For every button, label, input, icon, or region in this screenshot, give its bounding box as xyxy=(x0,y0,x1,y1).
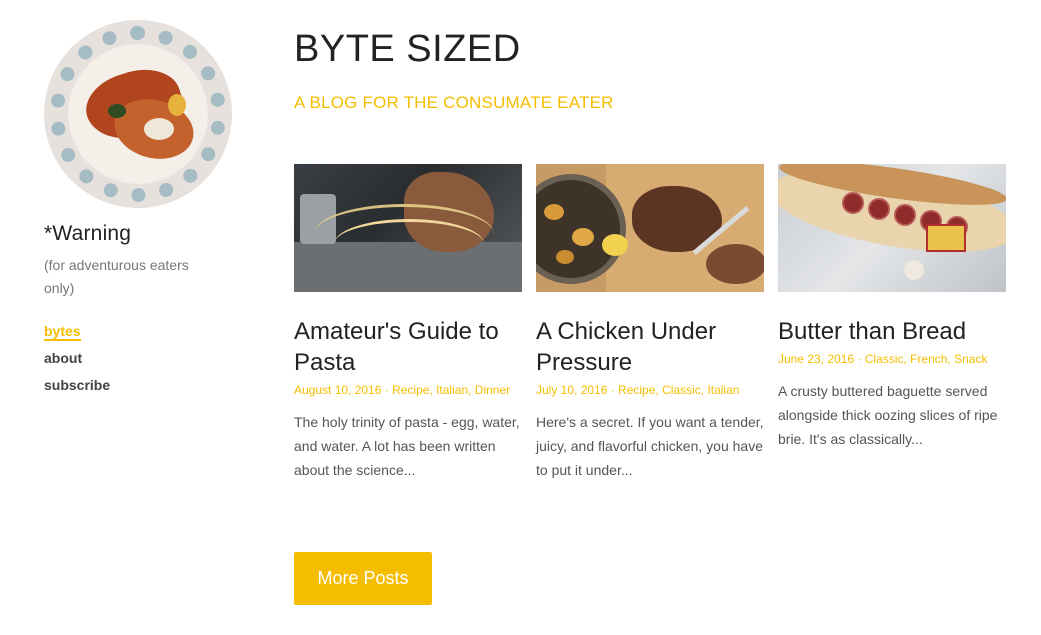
photo-shape xyxy=(842,192,864,214)
post-card: Amateur's Guide to Pasta August 10, 2016… xyxy=(294,164,522,482)
site-tagline: A BLOG FOR THE CONSUMATE EATER xyxy=(294,93,614,112)
photo-shape xyxy=(706,244,764,284)
nav-label[interactable]: about xyxy=(44,350,82,366)
photo-shape xyxy=(894,204,916,226)
food-shape xyxy=(144,118,174,140)
photo-shape xyxy=(904,260,924,280)
post-title[interactable]: Amateur's Guide to Pasta xyxy=(294,316,522,378)
post-meta[interactable]: August 10, 2016 · Recipe, Italian, Dinne… xyxy=(294,382,522,398)
nav-item-subscribe[interactable]: subscribe xyxy=(44,372,244,399)
main-content: BYTE SIZED A BLOG FOR THE CONSUMATE EATE… xyxy=(294,0,1006,478)
post-excerpt: Here's a secret. If you want a tender, j… xyxy=(536,414,764,478)
post-card: Butter than Bread June 23, 2016 · Classi… xyxy=(778,164,1006,451)
post-excerpt: A crusty buttered baguette served alongs… xyxy=(778,383,998,447)
nav-item-bytes[interactable]: bytes xyxy=(44,318,244,345)
photo-shape xyxy=(926,224,966,252)
food-shape xyxy=(168,94,186,116)
avatar xyxy=(44,20,232,208)
post-meta[interactable]: June 23, 2016 · Classic, French, Snack xyxy=(778,351,1006,367)
more-posts-button[interactable]: More Posts xyxy=(294,552,432,605)
food-shape xyxy=(108,104,126,118)
photo-shape xyxy=(334,219,484,269)
post-card: A Chicken Under Pressure July 10, 2016 ·… xyxy=(536,164,764,482)
sidebar-title: *Warning xyxy=(44,222,132,245)
sidebar: *Warning (for adventurous eaters only) b… xyxy=(44,20,244,399)
site-title[interactable]: BYTE SIZED xyxy=(294,28,1006,71)
photo-shape xyxy=(544,204,564,220)
post-meta[interactable]: July 10, 2016 · Recipe, Classic, Italian xyxy=(536,382,764,398)
photo-shape xyxy=(556,250,574,264)
sidebar-subtitle: (for adventurous eaters only) xyxy=(44,257,189,296)
post-thumbnail[interactable] xyxy=(778,164,1006,292)
photo-shape xyxy=(572,228,594,246)
post-title[interactable]: A Chicken Under Pressure xyxy=(536,316,764,378)
nav-item-about[interactable]: about xyxy=(44,345,244,372)
post-thumbnail[interactable] xyxy=(294,164,522,292)
photo-shape xyxy=(868,198,890,220)
sidebar-nav: bytes about subscribe xyxy=(44,318,244,399)
photo-shape xyxy=(602,234,628,256)
post-thumbnail[interactable] xyxy=(536,164,764,292)
nav-label[interactable]: bytes xyxy=(44,323,81,341)
post-title[interactable]: Butter than Bread xyxy=(778,316,1006,347)
post-excerpt: The holy trinity of pasta - egg, water, … xyxy=(294,414,520,478)
nav-label[interactable]: subscribe xyxy=(44,377,110,393)
